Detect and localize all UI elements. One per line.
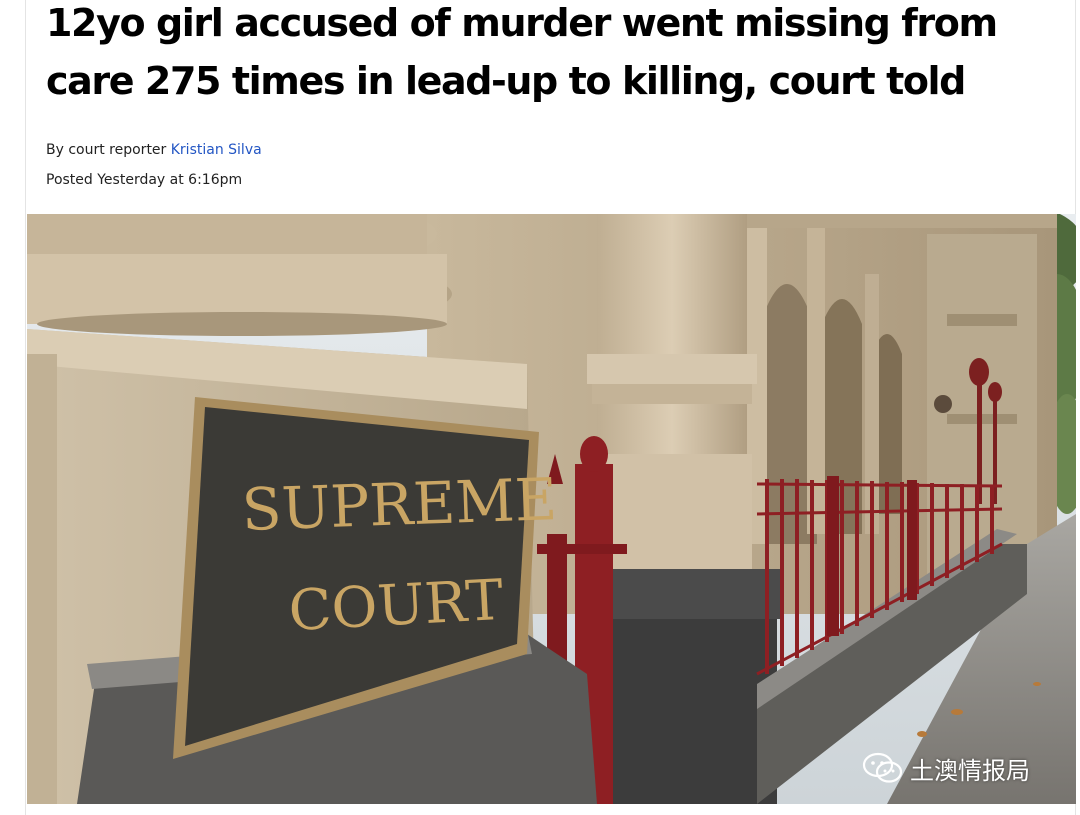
page-border-left	[25, 0, 26, 815]
sign-line-court: COURT	[287, 568, 505, 644]
wechat-watermark: 土澳情报局	[862, 748, 1030, 788]
wechat-icon	[862, 752, 903, 783]
watermark-text: 土澳情报局	[910, 756, 1030, 785]
article-byline: By court reporter Kristian Silva	[46, 141, 262, 159]
author-link[interactable]: Kristian Silva	[171, 142, 262, 158]
byline-prefix: By court reporter	[46, 142, 171, 158]
posted-timestamp: Posted Yesterday at 6:16pm	[46, 172, 243, 188]
court-building-photo: SUPREME COURT	[27, 214, 1076, 804]
hero-image[interactable]: SUPREME COURT	[27, 214, 1076, 804]
sign-line-supreme: SUPREME	[241, 465, 559, 544]
article-headline: 12yo girl accused of murder went missing…	[46, 1, 998, 103]
